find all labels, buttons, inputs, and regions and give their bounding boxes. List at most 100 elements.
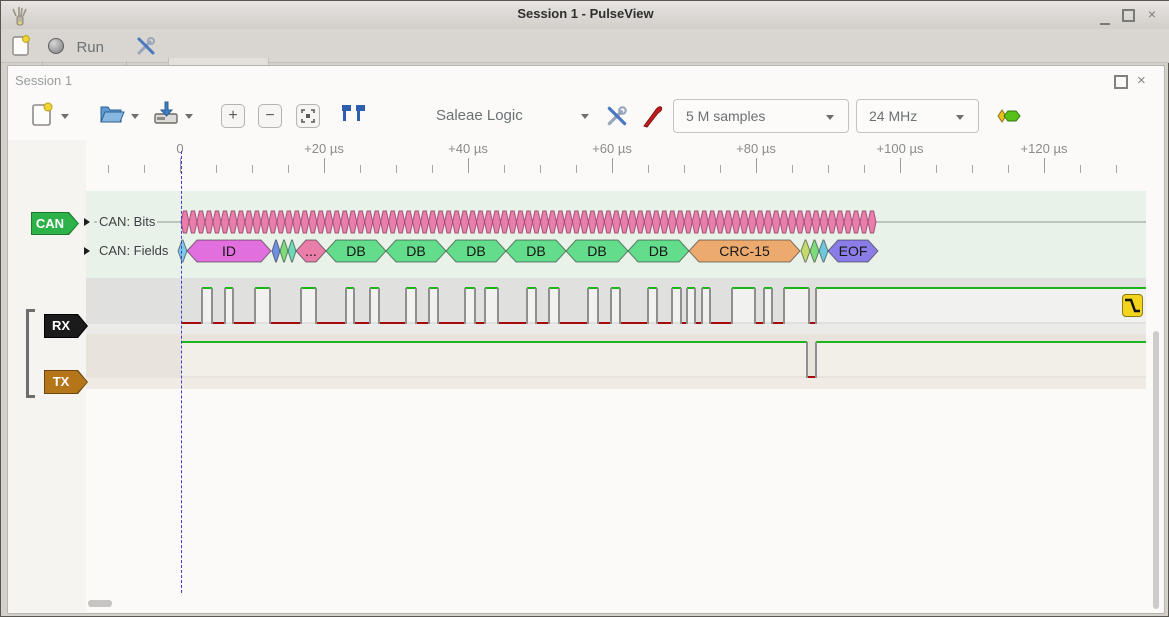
falling-edge-icon	[1123, 295, 1142, 316]
bit-annotation	[604, 211, 612, 233]
bit-annotation	[421, 211, 429, 233]
field-annotation-label: CRC-15	[719, 243, 770, 259]
bit-annotation	[501, 211, 509, 233]
bit-annotation	[692, 211, 700, 233]
field-annotation-label: DB	[526, 243, 545, 259]
field-annotation-label: ID	[222, 243, 236, 259]
bit-annotation	[668, 211, 676, 233]
bit-annotation	[301, 211, 309, 233]
bit-annotation	[405, 211, 413, 233]
field-annotation-label: DB	[649, 243, 668, 259]
bit-annotation	[221, 211, 229, 233]
probe-icon	[641, 102, 665, 128]
device-dropdown-arrow-icon[interactable]	[581, 114, 589, 119]
ruler-tick	[108, 165, 109, 173]
new-session-button-2[interactable]	[31, 101, 53, 132]
field-annotation-label: DB	[406, 243, 425, 259]
trace-view[interactable]: ID...DBDBDBDBDBDBCRC-15EOF	[86, 176, 1146, 613]
time-cursor[interactable]	[181, 151, 182, 593]
bit-annotation	[804, 211, 812, 233]
channels-button[interactable]	[641, 102, 665, 133]
zoom-to-markers-button[interactable]	[341, 104, 367, 127]
ruler-label: 0	[176, 141, 183, 156]
open-dropdown-arrow-icon[interactable]	[131, 114, 139, 119]
signal-high-fill	[346, 288, 354, 322]
new-session-icon	[31, 101, 53, 127]
zoom-fit-button[interactable]	[296, 104, 320, 128]
close-icon[interactable]: ×	[1144, 7, 1160, 23]
subwindow-close-icon[interactable]: ×	[1137, 74, 1146, 88]
signal-high-fill	[485, 288, 498, 322]
bit-annotation	[564, 211, 572, 233]
sample-count-combobox[interactable]: 5 M samples	[673, 99, 849, 133]
field-annotation	[272, 240, 280, 262]
bit-annotation	[724, 211, 732, 233]
signal-high-fill	[672, 288, 681, 322]
subwindow-restore-icon[interactable]	[1114, 75, 1128, 89]
ruler-tick	[396, 165, 397, 173]
maximize-icon[interactable]	[1122, 9, 1135, 22]
tx-channel-tag[interactable]: TX	[44, 370, 88, 394]
bit-annotation	[844, 211, 852, 233]
bit-annotation	[237, 211, 245, 233]
bit-annotation	[197, 211, 205, 233]
bit-annotation	[325, 211, 333, 233]
settings-button[interactable]	[135, 35, 157, 62]
sample-rate-value: 24 MHz	[869, 108, 917, 124]
bit-annotation	[756, 211, 764, 233]
bit-annotation	[860, 211, 868, 233]
bit-annotation	[453, 211, 461, 233]
signal-high-fill	[648, 288, 657, 322]
ruler-tick	[756, 158, 757, 173]
new-dropdown-arrow-icon[interactable]	[61, 114, 69, 119]
zoom-out-button[interactable]: −	[258, 104, 282, 128]
vertical-scrollbar[interactable]	[1153, 331, 1159, 609]
signal-high-fill	[255, 288, 270, 322]
bit-annotation	[620, 211, 628, 233]
ruler-label: +20 µs	[304, 141, 344, 156]
bit-annotation	[397, 211, 405, 233]
can-decoder-tag[interactable]: CAN	[31, 212, 79, 235]
bit-annotation	[333, 211, 341, 233]
new-session-button[interactable]	[11, 34, 31, 62]
bit-annotation	[485, 211, 493, 233]
signal-high-fill	[816, 342, 1146, 376]
bit-annotation	[373, 211, 381, 233]
device-select[interactable]: Saleae Logic	[436, 107, 523, 124]
bit-annotation	[437, 211, 445, 233]
signal-high-fill	[527, 288, 536, 322]
bit-annotation	[612, 211, 620, 233]
signal-high-fill	[732, 288, 755, 322]
trigger-marker[interactable]	[1122, 294, 1143, 317]
field-annotation	[288, 240, 296, 262]
time-ruler[interactable]: 0+20 µs+40 µs+60 µs+80 µs+100 µs+120 µs	[1, 140, 1169, 176]
expander-icon[interactable]	[84, 218, 90, 226]
signal-high-fill	[465, 288, 475, 322]
rx-channel-tag[interactable]: RX	[44, 314, 88, 338]
bit-annotation	[700, 211, 708, 233]
ruler-tick	[360, 165, 361, 173]
ruler-tick	[1008, 165, 1009, 173]
channel-group-bracket	[26, 309, 35, 398]
zoom-in-button[interactable]: +	[221, 104, 245, 128]
save-dropdown-arrow-icon[interactable]	[185, 114, 193, 119]
minimize-icon[interactable]	[1100, 13, 1110, 25]
bit-annotation	[764, 211, 772, 233]
bit-annotation	[708, 211, 716, 233]
ruler-tick	[972, 165, 973, 173]
field-annotation	[178, 240, 187, 262]
title-bar[interactable]: Session 1 - PulseView ×	[1, 1, 1169, 30]
signal-high-fill	[764, 288, 772, 322]
bit-annotation	[740, 211, 748, 233]
run-button[interactable]: Run	[48, 38, 104, 57]
save-button[interactable]	[153, 101, 179, 131]
open-button[interactable]	[99, 101, 125, 130]
bit-annotation	[413, 211, 421, 233]
open-folder-icon	[99, 101, 125, 125]
signal-high-fill	[816, 288, 1146, 322]
sample-rate-combobox[interactable]: 24 MHz	[856, 99, 979, 133]
bit-annotation	[277, 211, 285, 233]
device-config-button[interactable]	[605, 104, 629, 133]
add-decoder-button[interactable]	[997, 107, 1023, 130]
expander-icon[interactable]	[84, 247, 90, 255]
